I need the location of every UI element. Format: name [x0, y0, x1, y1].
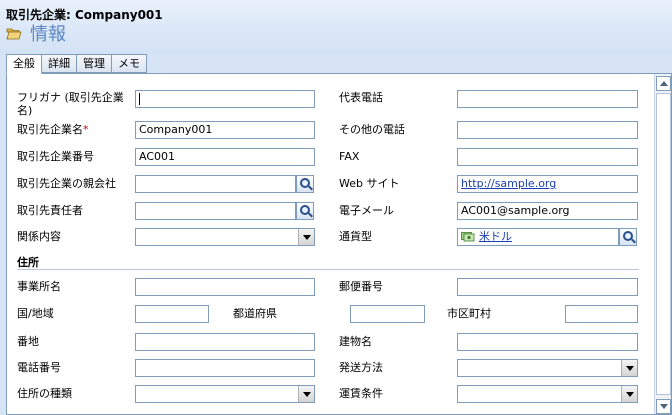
- primary-contact-input[interactable]: [135, 202, 296, 220]
- other-phone-input[interactable]: [457, 121, 638, 139]
- folder-open-icon: [6, 26, 22, 40]
- parent-account-lookup-button[interactable]: [296, 175, 314, 193]
- form-panel: フリガナ (取引先企業名) 取引先企業名* Company001 取引先企業番号…: [6, 73, 672, 415]
- magnifier-handle: [308, 185, 313, 191]
- chevron-down-icon[interactable]: [298, 229, 314, 245]
- primary-contact-label: 取引先責任者: [17, 204, 83, 217]
- tab-bar: 全般 詳細 管理 メモ: [6, 54, 147, 74]
- chevron-down-icon[interactable]: [621, 360, 637, 376]
- shipping-method-label: 発送方法: [339, 361, 383, 374]
- address-phone-input[interactable]: [135, 359, 315, 377]
- other-phone-label: その他の電話: [339, 123, 405, 136]
- email-input[interactable]: AC001@sample.org: [457, 202, 638, 220]
- account-number-input[interactable]: AC001: [135, 148, 315, 166]
- scroll-thumb[interactable]: [656, 93, 671, 395]
- state-input[interactable]: [350, 305, 425, 323]
- chevron-down-icon[interactable]: [621, 386, 637, 402]
- address-group-title: 住所: [17, 256, 39, 269]
- website-label: Web サイト: [339, 177, 400, 190]
- vertical-scrollbar[interactable]: [654, 74, 671, 414]
- street-label: 番地: [17, 335, 39, 348]
- section-title: 情報: [6, 20, 66, 46]
- main-phone-label: 代表電話: [339, 91, 383, 104]
- account-number-label: 取引先企業番号: [17, 150, 94, 163]
- country-label: 国/地域: [17, 307, 54, 320]
- scroll-up-button[interactable]: [656, 76, 671, 91]
- currency-input[interactable]: 米ドル: [457, 228, 619, 246]
- text-caret: [139, 93, 140, 105]
- city-input[interactable]: [565, 305, 638, 323]
- website-link[interactable]: http://sample.org: [461, 177, 556, 190]
- currency-lookup-button[interactable]: [619, 228, 637, 246]
- magnifier-handle: [308, 212, 313, 218]
- currency-icon: [461, 231, 475, 242]
- relationship-type-select[interactable]: [135, 228, 315, 246]
- tab-administration[interactable]: 管理: [77, 54, 112, 73]
- dropdown-arrow: [626, 366, 634, 371]
- section-title-label: 情報: [30, 24, 66, 45]
- address-type-select[interactable]: [135, 385, 315, 403]
- furigana-input[interactable]: [135, 90, 315, 108]
- website-input[interactable]: http://sample.org: [457, 175, 638, 193]
- city-label: 市区町村: [447, 307, 491, 320]
- freight-terms-select[interactable]: [457, 385, 638, 403]
- address-type-label: 住所の種類: [17, 387, 72, 400]
- tab-details[interactable]: 詳細: [42, 54, 77, 73]
- office-name-input[interactable]: [135, 278, 315, 296]
- street-input[interactable]: [135, 333, 315, 351]
- chevron-down-icon[interactable]: [298, 386, 314, 402]
- parent-account-label: 取引先企業の親会社: [17, 177, 116, 190]
- arrow-up-icon: [660, 81, 668, 86]
- address-divider: [17, 269, 639, 270]
- tab-general[interactable]: 全般: [6, 54, 42, 74]
- scroll-down-button[interactable]: [656, 399, 671, 414]
- parent-account-input[interactable]: [135, 175, 296, 193]
- dropdown-arrow: [303, 392, 311, 397]
- building-label: 建物名: [339, 335, 372, 348]
- relationship-type-label: 関係内容: [17, 230, 61, 243]
- account-name-input[interactable]: Company001: [135, 121, 315, 139]
- account-name-label-text: 取引先企業名: [17, 123, 83, 136]
- required-marker: *: [83, 123, 89, 136]
- currency-link[interactable]: 米ドル: [479, 230, 512, 243]
- dropdown-arrow: [626, 392, 634, 397]
- account-name-label: 取引先企業名*: [17, 123, 89, 136]
- currency-label: 通貨型: [339, 230, 372, 243]
- fax-label: FAX: [339, 150, 360, 163]
- primary-contact-lookup-button[interactable]: [296, 202, 314, 220]
- building-input[interactable]: [457, 333, 638, 351]
- form-header: 取引先企業: Company001 情報: [0, 0, 672, 54]
- postal-code-input[interactable]: [457, 278, 638, 296]
- email-label: 電子メール: [339, 204, 394, 217]
- address-phone-label: 電話番号: [17, 361, 61, 374]
- fax-input[interactable]: [457, 148, 638, 166]
- office-name-label: 事業所名: [17, 280, 61, 293]
- shipping-method-select[interactable]: [457, 359, 638, 377]
- state-label: 都道府県: [233, 307, 277, 320]
- postal-code-label: 郵便番号: [339, 280, 383, 293]
- furigana-label: フリガナ (取引先企業名): [17, 91, 124, 117]
- main-phone-input[interactable]: [457, 90, 638, 108]
- arrow-down-icon: [660, 404, 668, 409]
- country-input[interactable]: [135, 305, 209, 323]
- tab-notes[interactable]: メモ: [112, 54, 147, 73]
- magnifier-handle: [631, 238, 636, 244]
- dropdown-arrow: [303, 235, 311, 240]
- freight-terms-label: 運賃条件: [339, 387, 383, 400]
